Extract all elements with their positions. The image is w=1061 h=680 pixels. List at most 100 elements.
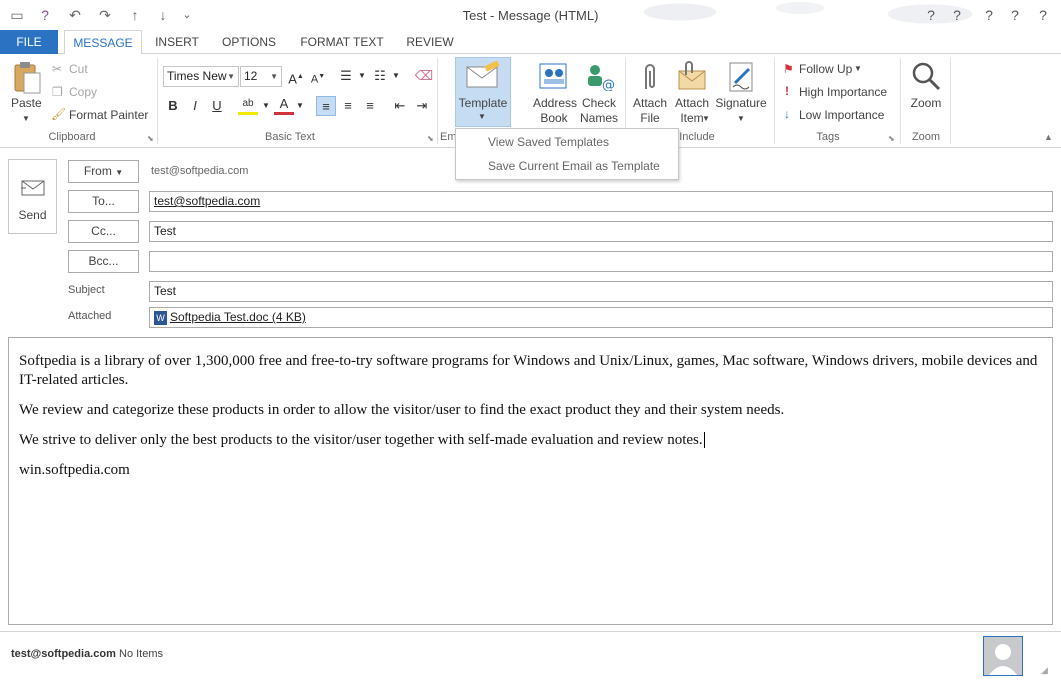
attach-file-label-2[interactable]: File [628, 111, 672, 125]
ribbon-display-options-button[interactable]: ? [944, 5, 970, 25]
grow-font-icon[interactable]: A▲ [286, 67, 306, 87]
tab-review[interactable]: REVIEW [398, 30, 462, 54]
to-field[interactable]: test@softpedia.com [149, 191, 1053, 212]
attached-label: Attached [68, 310, 112, 322]
signature-dropdown-icon[interactable]: ▼ [737, 112, 745, 126]
bold-button[interactable]: B [163, 96, 183, 116]
body-paragraph: Softpedia is a library of over 1,300,000… [19, 353, 1038, 388]
from-button[interactable]: From ▼ [68, 160, 139, 183]
tab-file[interactable]: FILE [0, 30, 58, 54]
tab-options[interactable]: OPTIONS [214, 30, 284, 54]
font-name-value: Times New [167, 69, 227, 83]
align-left-icon[interactable]: ≡ [316, 96, 336, 116]
decrease-indent-icon[interactable]: ⇤ [390, 96, 410, 116]
attachments-field[interactable]: W Softpedia Test.doc (4 KB) [149, 307, 1053, 328]
tags-launcher-icon[interactable]: ⬊ [888, 134, 895, 143]
font-name-combo[interactable]: Times New ▼ [163, 66, 239, 87]
paste-label[interactable]: Paste [11, 96, 42, 110]
address-book-label-2[interactable]: Book [533, 111, 575, 125]
font-color-dropdown-icon[interactable]: ▼ [290, 96, 310, 116]
check-names-icon[interactable]: @ [583, 61, 615, 93]
clipboard-launcher-icon[interactable]: ⬊ [147, 134, 154, 143]
paste-icon[interactable] [10, 60, 42, 94]
template-dropdown-icon[interactable]: ▼ [478, 110, 486, 124]
template-label[interactable]: Template [458, 96, 508, 110]
format-painter-button[interactable]: Format Painter [69, 108, 148, 122]
highlight-dropdown-icon[interactable]: ▼ [256, 96, 276, 116]
cc-field[interactable]: Test [149, 221, 1053, 242]
address-book-icon[interactable] [538, 61, 570, 91]
separator [157, 58, 158, 144]
template-icon[interactable] [465, 60, 501, 91]
body-paragraph: We strive to deliver only the best produ… [19, 431, 1042, 450]
menu-item-save-as-template[interactable]: Save Current Email as Template [488, 159, 660, 173]
font-size-combo[interactable]: 12 ▼ [240, 66, 282, 87]
close-button[interactable]: ? [1030, 5, 1056, 25]
font-size-value: 12 [244, 69, 258, 83]
body-paragraph-text: We strive to deliver only the best produ… [19, 432, 703, 448]
chevron-down-icon: ▼ [227, 72, 235, 81]
attach-item-icon[interactable] [676, 61, 708, 93]
check-names-label-1[interactable]: Check [578, 96, 620, 110]
tab-format-text[interactable]: FORMAT TEXT [294, 30, 390, 54]
attach-file-label-1[interactable]: Attach [628, 96, 672, 110]
tab-message[interactable]: MESSAGE [64, 30, 142, 55]
low-importance-icon[interactable]: ↓ [784, 107, 790, 121]
cut-button[interactable]: Cut [69, 62, 88, 76]
follow-up-button[interactable]: Follow Up [799, 62, 852, 76]
copy-icon[interactable]: ❐ [52, 85, 63, 99]
collapse-ribbon-icon[interactable]: ▲ [1044, 132, 1053, 142]
high-importance-button[interactable]: High Importance [799, 85, 887, 99]
attach-item-label-1[interactable]: Attach [670, 96, 714, 110]
account-label[interactable]: test@softpedia.com [11, 648, 116, 660]
avatar[interactable] [983, 636, 1023, 676]
help-button[interactable]: ? [918, 5, 944, 25]
menu-item-view-saved-templates[interactable]: View Saved Templates [488, 135, 609, 149]
clear-formatting-icon[interactable]: ⌫ [414, 66, 434, 86]
separator [950, 58, 951, 144]
attach-file-icon[interactable] [640, 61, 660, 93]
basic-text-launcher-icon[interactable]: ⬊ [427, 134, 434, 143]
highlight-icon[interactable]: ab [238, 95, 258, 115]
increase-indent-icon[interactable]: ⇥ [412, 96, 432, 116]
minimize-button[interactable]: ? [976, 5, 1002, 25]
subject-field[interactable]: Test [149, 281, 1053, 302]
bcc-field[interactable] [149, 251, 1053, 272]
align-right-icon[interactable]: ≡ [360, 96, 380, 116]
bullets-dropdown-icon[interactable]: ▼ [352, 66, 372, 86]
copy-button[interactable]: Copy [69, 85, 97, 99]
signature-icon[interactable] [727, 59, 757, 93]
cut-icon[interactable]: ✂ [52, 62, 62, 76]
send-label: Send [18, 208, 47, 222]
high-importance-icon[interactable]: ! [785, 84, 789, 98]
cc-button[interactable]: Cc... [68, 220, 139, 243]
numbering-dropdown-icon[interactable]: ▼ [386, 66, 406, 86]
format-painter-icon[interactable]: 🖌 [51, 107, 66, 121]
follow-up-flag-icon[interactable]: ⚑ [783, 62, 794, 76]
follow-up-dropdown-icon[interactable]: ▼ [854, 64, 862, 73]
attach-item-dropdown-icon[interactable]: ▼ [702, 112, 710, 126]
send-button[interactable]: Send [8, 159, 57, 234]
align-center-icon[interactable]: ≡ [338, 96, 358, 116]
to-recipient[interactable]: test@softpedia.com [154, 194, 260, 208]
low-importance-button[interactable]: Low Importance [799, 108, 884, 122]
zoom-icon[interactable] [910, 60, 942, 92]
message-body[interactable]: Softpedia is a library of over 1,300,000… [8, 337, 1053, 625]
address-book-label-1[interactable]: Address [533, 96, 577, 110]
underline-button[interactable]: U [207, 96, 227, 116]
check-names-label-2[interactable]: Names [578, 111, 620, 125]
send-envelope-icon [21, 178, 47, 201]
bcc-button[interactable]: Bcc... [68, 250, 139, 273]
tab-insert[interactable]: INSERT [148, 30, 206, 54]
resize-grip-icon[interactable]: ◢ [1041, 665, 1048, 676]
to-button[interactable]: To... [68, 190, 139, 213]
paste-dropdown-icon[interactable]: ▼ [22, 112, 30, 126]
restore-button[interactable]: ? [1002, 5, 1028, 25]
italic-button[interactable]: I [185, 96, 205, 116]
ribbon-tabs: FILE MESSAGE INSERT OPTIONS FORMAT TEXT … [0, 30, 1061, 55]
svg-text:@: @ [602, 78, 615, 91]
zoom-button-label[interactable]: Zoom [906, 96, 946, 110]
attachment-item[interactable]: Softpedia Test.doc (4 KB) [170, 310, 306, 324]
shrink-font-icon[interactable]: A▼ [308, 67, 328, 87]
signature-label[interactable]: Signature [714, 96, 768, 110]
